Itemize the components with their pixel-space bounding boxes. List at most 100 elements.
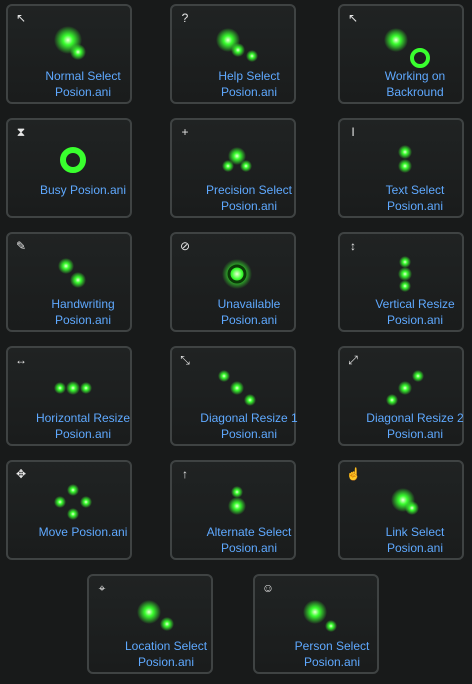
cursor-label: Normal Select Posion.ani — [0, 68, 166, 100]
cursor-label-line-1: Text Select — [385, 183, 445, 197]
cursor-label: Precision Select Posion.ani — [166, 182, 332, 214]
cursor-animation-preview — [303, 600, 337, 632]
cursor-tile-diagonal-resize-2[interactable]: ⤢ Diagonal Resize 2 Posion.ani — [332, 342, 472, 456]
unavailable-icon: ⊘ — [179, 239, 191, 253]
move-icon: ✥ — [15, 467, 27, 481]
hand-icon: ☝ — [346, 467, 361, 481]
cursor-scheme-grid: ↖ Normal Select Posion.ani? Help Select Posi… — [0, 0, 472, 680]
cursor-label-line-2: Posion.ani — [220, 199, 278, 213]
cursor-label-line-2: Posion.ani — [386, 427, 444, 441]
cursor-tile-unavailable[interactable]: ⊘ Unavailable Posion.ani — [166, 228, 332, 342]
cursor-label-line-2: Posion.ani — [54, 427, 112, 441]
cursor-animation-preview — [54, 484, 92, 520]
cursor-label-line-1: Vertical Resize — [375, 297, 455, 311]
cursor-label: Vertical Resize Posion.ani — [332, 296, 472, 328]
cursor-animation-preview — [222, 147, 252, 172]
cursor-label-line-2: Posion.ani — [220, 85, 278, 99]
cursor-animation-preview — [398, 256, 412, 292]
cursor-label-line-1: Handwriting — [51, 297, 115, 311]
cursor-label: Diagonal Resize 1 Posion.ani — [166, 410, 332, 442]
cursor-label-line-1: Unavailable — [217, 297, 281, 311]
cursor-animation-preview — [216, 28, 258, 62]
cursor-label-line-1: Diagonal Resize 1 — [200, 411, 298, 425]
cursor-label: Working on Backround — [332, 68, 472, 100]
cursor-animation-preview — [218, 370, 256, 406]
cursor-label: Location Select Posion.ani — [83, 638, 249, 670]
cursor-label: Move Posion.ani — [0, 524, 166, 540]
cursor-tile-working-on[interactable]: ↖ Working on Backround — [332, 0, 472, 114]
cursor-animation-preview — [54, 26, 86, 60]
cursor-label-line-1: Busy Posion.ani — [39, 183, 127, 197]
arrow-icon: ↖ — [15, 11, 27, 25]
cursor-label: Link Select Posion.ani — [332, 524, 472, 556]
cursor-tile-vertical-resize[interactable]: ↕ Vertical Resize Posion.ani — [332, 228, 472, 342]
cursor-animation-preview — [384, 28, 430, 68]
up-arrow-icon: ↑ — [182, 467, 188, 481]
cursor-label-line-1: Person Select — [294, 639, 370, 653]
horizontal-resize-icon: ↔ — [15, 353, 27, 367]
cursor-label: Help Select Posion.ani — [166, 68, 332, 100]
cursor-label: Person Select Posion.ani — [249, 638, 415, 670]
cursor-tile-person-select[interactable]: ☺ Person Select Posion.ani — [249, 570, 415, 684]
help-icon: ? — [181, 11, 189, 25]
pen-icon: ✎ — [15, 239, 27, 253]
cursor-label-line-1: Link Select — [385, 525, 445, 539]
cursor-label-line-2: Posion.ani — [54, 313, 112, 327]
cursor-label-line-2: Posion.ani — [303, 655, 361, 669]
cursor-label-line-1: Location Select — [124, 639, 208, 653]
cursor-animation-preview — [60, 147, 86, 173]
cursor-tile-move-posion-ani[interactable]: ✥ Move Posion.ani — [0, 456, 166, 570]
cursor-preview-box[interactable]: ⧗ — [6, 118, 132, 218]
cursor-tile-precision-select[interactable]: + Precision Select Posion.ani — [166, 114, 332, 228]
cursor-label-line-1: Precision Select — [205, 183, 293, 197]
text-beam-icon: I — [351, 125, 355, 139]
hourglass-icon: ⧗ — [16, 125, 26, 139]
cursor-tile-location-select[interactable]: ⌖ Location Select Posion.ani — [83, 570, 249, 684]
cursor-label: Alternate Select Posion.ani — [166, 524, 332, 556]
cursor-label-line-2: Posion.ani — [220, 427, 278, 441]
cursor-tile-horizontal-resize[interactable]: ↔ Horizontal Resize Posion.ani — [0, 342, 166, 456]
cursor-label: Handwriting Posion.ani — [0, 296, 166, 328]
cursor-tile-normal-select[interactable]: ↖ Normal Select Posion.ani — [0, 0, 166, 114]
cursor-label-line-2: Posion.ani — [386, 313, 444, 327]
cursor-tile-text-select[interactable]: I Text Select Posion.ani — [332, 114, 472, 228]
cursor-label: Busy Posion.ani — [0, 182, 166, 198]
cursor-animation-preview — [391, 488, 419, 515]
cursor-tile-link-select[interactable]: ☝ Link Select Posion.ani — [332, 456, 472, 570]
cursor-label-line-2: Posion.ani — [386, 199, 444, 213]
cursor-label-line-1: Working on — [384, 69, 446, 83]
cursor-label-line-2: Posion.ani — [54, 85, 112, 99]
cursor-label-line-2: Posion.ani — [220, 541, 278, 555]
cursor-animation-preview — [228, 486, 246, 515]
cursor-tile-diagonal-resize-1[interactable]: ⤡ Diagonal Resize 1 Posion.ani — [166, 342, 332, 456]
location-pin-icon: ⌖ — [98, 581, 106, 595]
cursor-label-line-1: Help Select — [218, 69, 280, 83]
cursor-label: Unavailable Posion.ani — [166, 296, 332, 328]
cursor-animation-preview — [398, 145, 412, 173]
cursor-label-line-2: Posion.ani — [137, 655, 195, 669]
cursor-preview-box[interactable]: ✥ — [6, 460, 132, 560]
cursor-label: Horizontal Resize Posion.ani — [0, 410, 166, 442]
cursor-tile-handwriting[interactable]: ✎ Handwriting Posion.ani — [0, 228, 166, 342]
cursor-animation-preview — [386, 370, 424, 406]
cursor-tile-help-select[interactable]: ? Help Select Posion.ani — [166, 0, 332, 114]
cursor-label-line-2: Posion.ani — [220, 313, 278, 327]
cursor-tile-busy-posion-ani[interactable]: ⧗ Busy Posion.ani — [0, 114, 166, 228]
vertical-resize-icon: ↕ — [350, 239, 356, 253]
cursor-label-line-1: Diagonal Resize 2 — [366, 411, 464, 425]
cursor-label-line-1: Move Posion.ani — [38, 525, 128, 539]
cursor-animation-preview — [137, 600, 174, 631]
person-icon: ☺ — [261, 581, 275, 595]
working-icon: ↖ — [347, 11, 359, 25]
cursor-label-line-2: Posion.ani — [386, 541, 444, 555]
cursor-label-line-1: Alternate Select — [206, 525, 292, 539]
diagonal-resize-2-icon: ⤢ — [348, 353, 358, 367]
cursor-label: Text Select Posion.ani — [332, 182, 472, 214]
cursor-label-line-2: Backround — [386, 85, 444, 99]
diagonal-resize-1-icon: ⤡ — [180, 353, 190, 367]
cursor-animation-preview — [54, 381, 92, 395]
cursor-tile-alternate-select[interactable]: ↑ Alternate Select Posion.ani — [166, 456, 332, 570]
cursor-animation-preview — [58, 258, 86, 288]
cursor-label: Diagonal Resize 2 Posion.ani — [332, 410, 472, 442]
cursor-label-line-1: Horizontal Resize — [35, 411, 131, 425]
